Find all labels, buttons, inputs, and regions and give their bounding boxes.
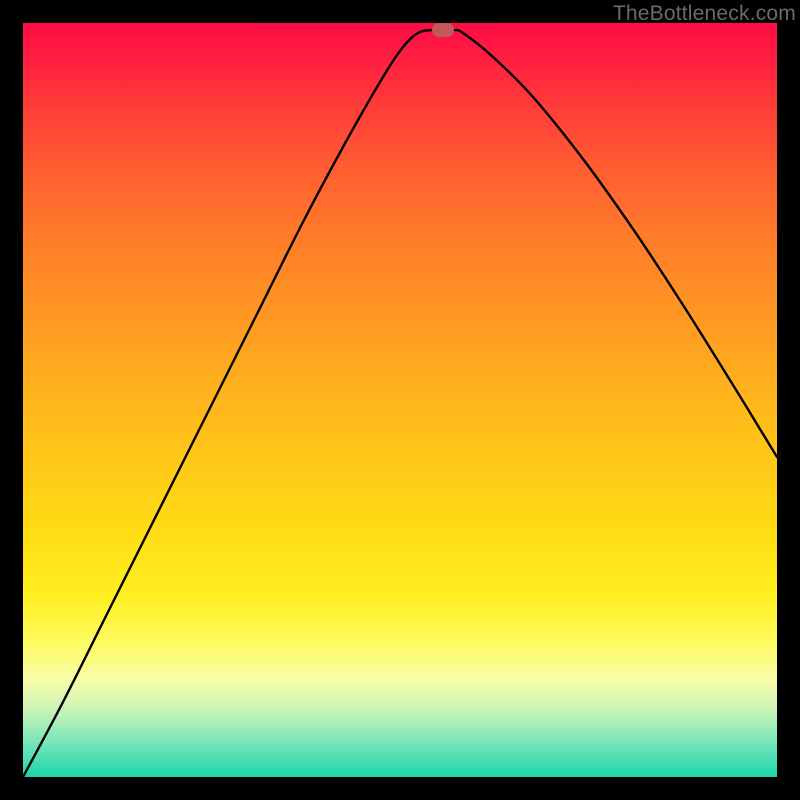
minimum-marker	[432, 23, 454, 37]
watermark-text: TheBottleneck.com	[613, 2, 796, 26]
chart-frame	[23, 23, 777, 777]
plot-area	[23, 23, 777, 777]
bottleneck-curve	[23, 23, 777, 777]
